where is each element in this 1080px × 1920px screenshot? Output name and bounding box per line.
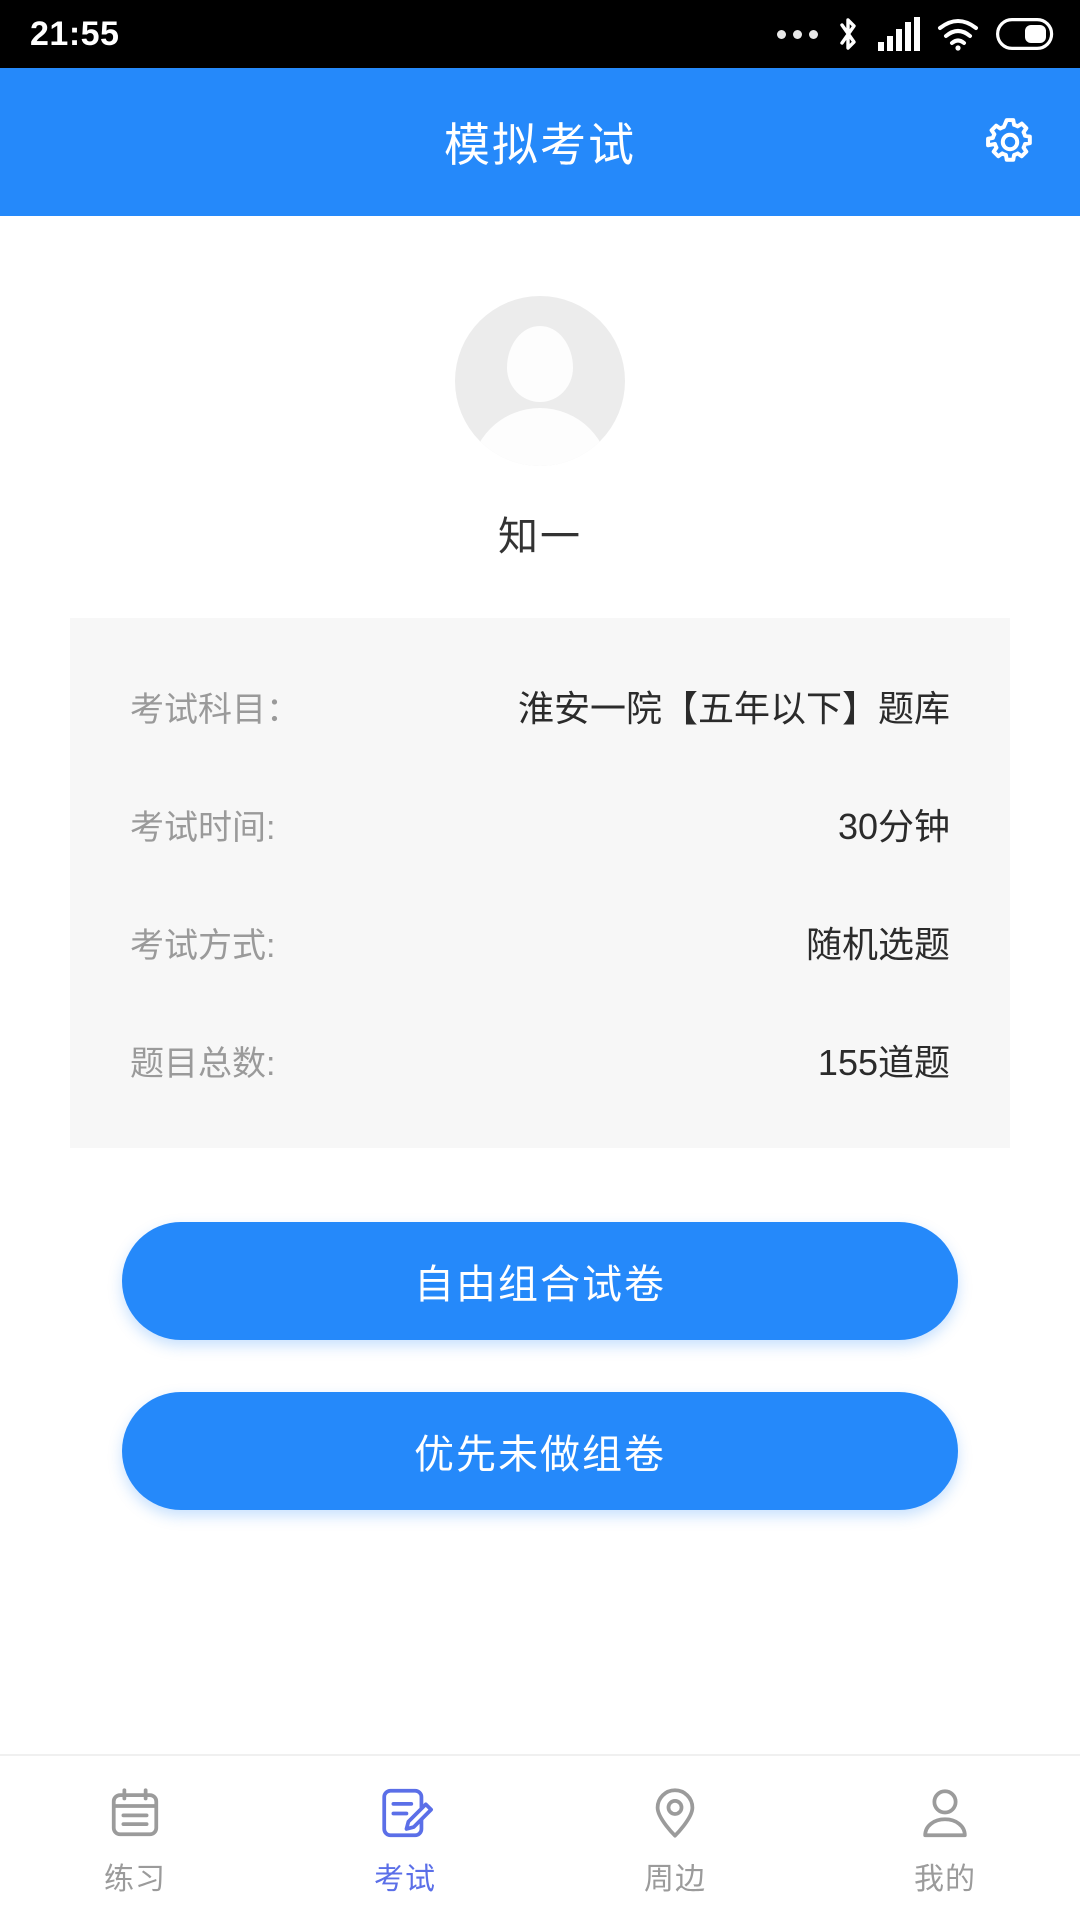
profile-section: 知一: [0, 216, 1080, 562]
free-combine-paper-button[interactable]: 自由组合试卷: [122, 1222, 958, 1340]
status-bar: 21:55: [0, 0, 1080, 68]
app-header: 模拟考试: [0, 68, 1080, 216]
question-count-value: 155道题: [817, 1042, 950, 1083]
tab-mine-label: 我的: [914, 1863, 976, 1896]
avatar-body-shape: [470, 408, 610, 466]
avatar[interactable]: [455, 296, 625, 466]
person-icon: [923, 1789, 967, 1838]
exam-duration-label: 考试时间:: [130, 808, 276, 847]
table-row: 考试科目： 淮安一院【五年以下】题库: [130, 647, 950, 765]
username-label: 知一: [498, 515, 582, 559]
more-dots-icon: [777, 29, 818, 39]
location-pin-icon: [655, 1788, 695, 1838]
table-row: 题目总数: 155道题: [130, 1001, 950, 1119]
phone-screen: 21:55 模拟考试 知一 考试科目： 淮安一院【五年以下】题库 考试时间: 3…: [0, 0, 1080, 1920]
tab-practice-label: 练习: [104, 1863, 166, 1896]
question-count-label: 题目总数:: [130, 1044, 276, 1083]
exam-info-card: 考试科目： 淮安一院【五年以下】题库 考试时间: 30分钟 考试方式: 随机选题…: [70, 618, 1010, 1148]
tab-nearby[interactable]: 周边: [540, 1756, 810, 1920]
status-bar-icons: [777, 15, 1054, 53]
status-bar-clock: 21:55: [30, 15, 120, 53]
tab-exam-label: 考试: [374, 1863, 436, 1896]
tab-exam[interactable]: 考试: [270, 1756, 540, 1920]
document-pencil-icon: [382, 1788, 433, 1838]
table-row: 考试方式: 随机选题: [130, 883, 950, 1001]
exam-subject-label: 考试科目：: [130, 690, 300, 729]
bluetooth-icon: [840, 18, 856, 50]
page-title: 模拟考试: [444, 119, 636, 171]
calendar-list-icon: [111, 1788, 159, 1837]
settings-button[interactable]: [980, 112, 1040, 172]
avatar-head-shape: [507, 326, 573, 402]
unanswered-first-paper-button[interactable]: 优先未做组卷: [122, 1392, 958, 1510]
exam-mode-label: 考试方式:: [130, 926, 276, 965]
tab-nearby-label: 周边: [644, 1863, 706, 1896]
bottom-tab-bar: 练习 考试 周边 我的: [0, 1754, 1080, 1920]
table-row: 考试时间: 30分钟: [130, 765, 950, 883]
cellular-signal-icon: [878, 17, 920, 51]
battery-icon: [996, 18, 1054, 50]
exam-subject-value: 淮安一院【五年以下】题库: [517, 688, 950, 729]
wifi-icon: [938, 19, 978, 51]
exam-mode-value: 随机选题: [805, 924, 950, 965]
tab-practice[interactable]: 练习: [0, 1756, 270, 1920]
exam-duration-value: 30分钟: [837, 806, 950, 847]
tab-mine[interactable]: 我的: [810, 1756, 1080, 1920]
gear-icon: [986, 118, 1032, 162]
